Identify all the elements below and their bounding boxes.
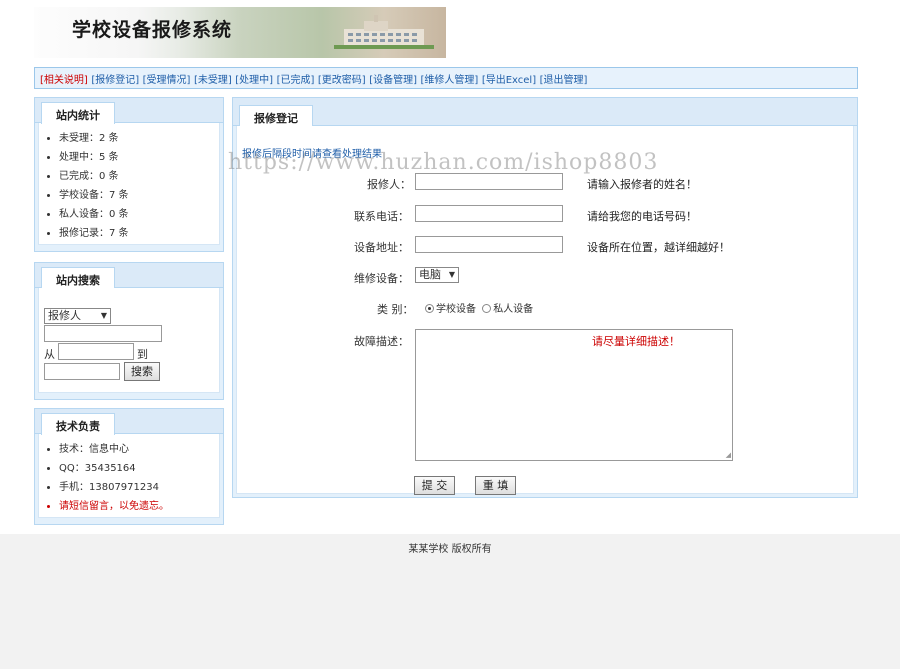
description-label: 故障描述： bbox=[354, 335, 409, 348]
search-field-select[interactable]: 报修人 ▼ bbox=[44, 308, 111, 324]
description-textarea[interactable]: 请尽量详细描述！ ◢ bbox=[415, 329, 733, 461]
to-label: 到 bbox=[137, 348, 148, 361]
nav-link-6[interactable]: [更改密码] bbox=[318, 75, 366, 86]
app-title: 学校设备报修系统 bbox=[72, 19, 233, 41]
repair-form-tab[interactable]: 报修登记 bbox=[239, 105, 313, 127]
tech-list: 技术：信息中心QQ：35435164手机：13807971234请短信留言，以免… bbox=[39, 434, 219, 520]
nav-link-8[interactable]: [维修人管理] bbox=[421, 75, 479, 86]
address-hint: 设备所在位置，越详细越好！ bbox=[587, 241, 730, 254]
nav-link-5[interactable]: [已完成] bbox=[277, 75, 315, 86]
phone-hint: 请给我您的电话号码！ bbox=[587, 210, 697, 223]
reporter-label: 报修人： bbox=[367, 178, 411, 191]
nav-link-4[interactable]: [处理中] bbox=[235, 75, 273, 86]
type-radio-private[interactable] bbox=[482, 304, 492, 313]
stats-panel-title: 站内统计 bbox=[41, 102, 115, 124]
nav-link-10[interactable]: [退出管理] bbox=[540, 75, 588, 86]
phone-input[interactable] bbox=[415, 205, 563, 222]
from-label: 从 bbox=[44, 348, 55, 361]
description-placeholder: 请尽量详细描述！ bbox=[592, 335, 680, 348]
stats-panel: 站内统计 未受理：2 条处理中：5 条已完成：0 条学校设备：7 条私人设备：0… bbox=[34, 97, 224, 252]
tech-item: QQ：35435164 bbox=[59, 459, 219, 478]
search-date-from-input[interactable] bbox=[58, 343, 134, 360]
search-keyword-input[interactable] bbox=[44, 325, 162, 342]
tech-item: 手机：13807971234 bbox=[59, 478, 219, 497]
type-radio-school[interactable] bbox=[425, 304, 434, 313]
address-input[interactable] bbox=[415, 236, 563, 253]
type-radio-group: 学校设备 私人设备 bbox=[425, 300, 533, 315]
nav-link-9[interactable]: [导出Excel] bbox=[482, 75, 536, 86]
chevron-down-icon: ▼ bbox=[448, 270, 455, 279]
tech-item: 请短信留言，以免遗忘。 bbox=[59, 497, 219, 516]
device-select[interactable]: 电脑 ▼ bbox=[415, 267, 459, 283]
reset-button[interactable]: 重 填 bbox=[475, 476, 516, 495]
type-label: 类 别： bbox=[377, 303, 414, 316]
top-nav-bar: [相关说明] [报修登记] [受理情况] [未受理] [处理中] [已完成] [… bbox=[34, 67, 858, 89]
stats-item: 私人设备：0 条 bbox=[59, 205, 219, 224]
stats-item: 学校设备：7 条 bbox=[59, 186, 219, 205]
nav-link-2[interactable]: [受理情况] bbox=[143, 75, 191, 86]
search-field-select-value: 报修人 bbox=[48, 309, 81, 322]
stats-item: 处理中：5 条 bbox=[59, 148, 219, 167]
stats-list: 未受理：2 条处理中：5 条已完成：0 条学校设备：7 条私人设备：0 条报修记… bbox=[39, 123, 219, 247]
footer-copyright: 某某学校 版权所有 bbox=[408, 544, 492, 555]
search-panel: 站内搜索 报修人 ▼ 从 到 搜索 bbox=[34, 262, 224, 400]
stats-item: 报修记录：7 条 bbox=[59, 224, 219, 243]
reporter-hint: 请输入报修者的姓名！ bbox=[587, 178, 697, 191]
nav-link-0[interactable]: [相关说明] bbox=[40, 75, 88, 86]
tech-panel-title: 技术负责 bbox=[41, 413, 115, 435]
header-banner: 学校设备报修系统 bbox=[34, 7, 446, 58]
search-panel-title: 站内搜索 bbox=[41, 267, 115, 289]
tech-item: 技术：信息中心 bbox=[59, 440, 219, 459]
type-option-school: 学校设备 bbox=[436, 304, 476, 315]
submit-button[interactable]: 提 交 bbox=[414, 476, 455, 495]
school-building-image bbox=[334, 15, 434, 49]
watermark-text: https://www.huzhan.com/ishop8803 bbox=[228, 150, 659, 175]
nav-link-7[interactable]: [设备管理] bbox=[369, 75, 417, 86]
stats-item: 已完成：0 条 bbox=[59, 167, 219, 186]
stats-item: 未受理：2 条 bbox=[59, 129, 219, 148]
nav-link-3[interactable]: [未受理] bbox=[194, 75, 232, 86]
device-label: 维修设备： bbox=[354, 272, 409, 285]
chevron-down-icon: ▼ bbox=[100, 311, 107, 320]
page: 学校设备报修系统 [相关说明] [报修登记] [受理情况] [未受理] [处理中… bbox=[0, 0, 900, 534]
resize-handle-icon: ◢ bbox=[725, 451, 731, 459]
search-date-to-input[interactable] bbox=[44, 363, 120, 380]
phone-label: 联系电话： bbox=[354, 210, 409, 223]
device-select-value: 电脑 bbox=[419, 268, 441, 281]
reporter-input[interactable] bbox=[415, 173, 563, 190]
nav-link-1[interactable]: [报修登记] bbox=[91, 75, 139, 86]
type-option-private: 私人设备 bbox=[493, 304, 534, 315]
search-button[interactable]: 搜索 bbox=[124, 362, 160, 381]
address-label: 设备地址： bbox=[354, 241, 409, 254]
tech-panel: 技术负责 技术：信息中心QQ：35435164手机：13807971234请短信… bbox=[34, 408, 224, 525]
